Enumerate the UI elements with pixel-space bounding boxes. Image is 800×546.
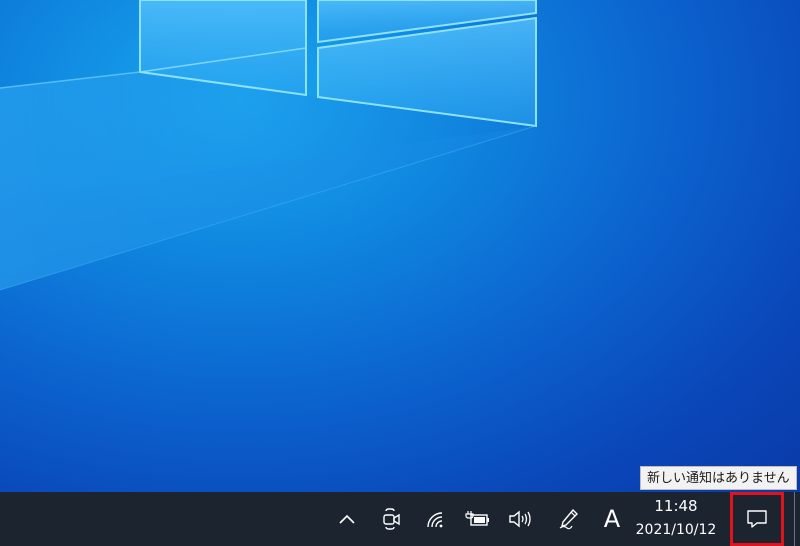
notification-tooltip: 新しい通知はありません bbox=[640, 466, 797, 490]
speaker-icon bbox=[509, 510, 531, 528]
clock-button[interactable]: 11:48 2021/10/12 bbox=[626, 492, 726, 546]
pen-icon bbox=[559, 508, 578, 530]
clock-time: 11:48 bbox=[654, 497, 698, 515]
wifi-icon bbox=[427, 512, 443, 528]
clock-date: 2021/10/12 bbox=[635, 522, 717, 538]
volume-button[interactable] bbox=[506, 492, 534, 546]
battery-button[interactable] bbox=[464, 492, 492, 546]
pen-workspace-button[interactable] bbox=[556, 492, 584, 546]
chevron-up-icon bbox=[339, 514, 355, 524]
meet-now-button[interactable] bbox=[378, 492, 404, 546]
ime-indicator-button[interactable]: A bbox=[600, 492, 624, 546]
video-camera-icon bbox=[383, 508, 400, 530]
show-hidden-icons-button[interactable] bbox=[334, 492, 360, 546]
desktop-screen: 新しい通知はありません A 11:48 2021/10/12 bbox=[0, 0, 800, 546]
notification-center-button[interactable] bbox=[730, 492, 784, 546]
network-button[interactable] bbox=[422, 492, 448, 546]
wallpaper-window-logo bbox=[0, 0, 537, 291]
tooltip-text: 新しい通知はありません bbox=[647, 471, 790, 486]
message-bubble-icon bbox=[747, 510, 767, 528]
battery-charging-icon bbox=[465, 511, 489, 526]
ime-mode-label: A bbox=[603, 505, 621, 533]
show-desktop-button[interactable] bbox=[794, 492, 795, 546]
desktop-wallpaper bbox=[0, 0, 800, 492]
